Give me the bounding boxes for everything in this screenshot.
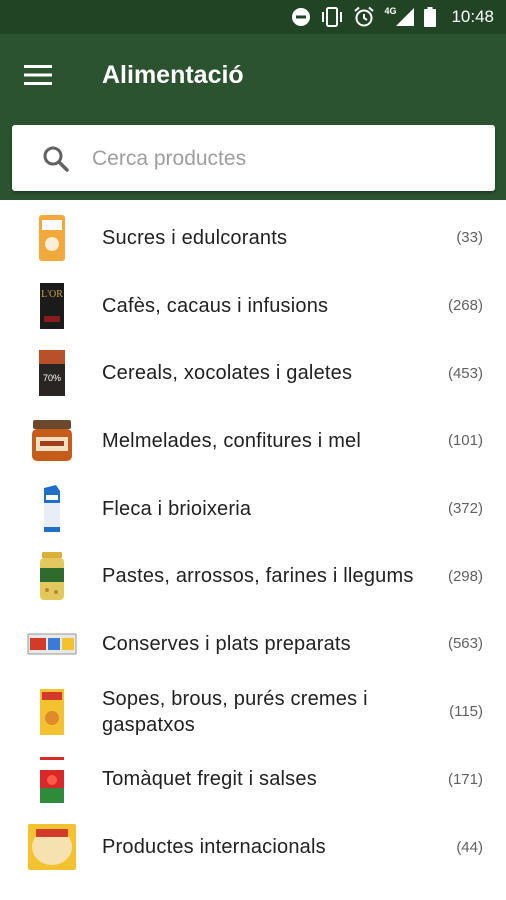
svg-text:70%: 70%	[43, 373, 61, 383]
category-count: (563)	[447, 635, 483, 653]
list-item[interactable]: Conserves i plats preparats (563)	[0, 610, 506, 678]
category-count: (33)	[456, 229, 483, 247]
search-icon	[43, 146, 69, 172]
list-item[interactable]: 70% Cereals, xocolates i galetes (453)	[0, 339, 506, 407]
chocolate-bar-icon: 70%	[39, 350, 65, 397]
hamburger-menu-icon	[24, 65, 52, 85]
category-label: Melmelades, confitures i mel	[102, 429, 362, 452]
soup-box-icon	[40, 688, 64, 735]
legumes-jar-icon	[40, 552, 64, 601]
category-label: Productes internacionals	[102, 836, 326, 859]
status-time: 10:48	[451, 7, 494, 26]
bread-bag-icon	[44, 484, 60, 532]
menu-button[interactable]	[20, 59, 56, 91]
category-count: (101)	[447, 432, 483, 450]
list-item[interactable]: Fleca i brioixeria (372)	[0, 475, 506, 543]
sugar-package-icon	[39, 215, 65, 261]
search-box[interactable]	[12, 125, 495, 191]
list-item[interactable]: Pastes, arrossos, farines i llegums (298…	[0, 542, 506, 610]
list-item[interactable]: L'OR Cafès, cacaus i infusions (268)	[0, 272, 506, 340]
category-label: Sucres i edulcorants	[102, 226, 288, 249]
vibrate-icon	[322, 7, 343, 27]
search-input[interactable]	[90, 137, 474, 181]
jam-jar-icon	[32, 420, 72, 462]
battery-icon	[424, 7, 437, 27]
list-item[interactable]: Tomàquet fregit i salses (171)	[0, 746, 506, 814]
do-not-disturb-icon	[292, 8, 311, 26]
tortilla-pack-icon	[28, 824, 76, 871]
category-label: Cafès, cacaus i infusions	[102, 294, 329, 317]
category-label: Pastes, arrossos, farines i llegums	[102, 565, 414, 588]
app-bar: Alimentació	[0, 34, 506, 200]
category-count: (44)	[456, 838, 483, 856]
canned-food-icon	[27, 633, 77, 655]
coffee-box-icon: L'OR	[40, 282, 64, 329]
category-list: Sucres i edulcorants (33) L'OR Cafès, ca…	[0, 204, 506, 881]
category-label: Tomàquet fregit i salses	[102, 768, 317, 791]
category-label: Sopes, brous, purés cremes i gaspatxos	[102, 687, 368, 736]
category-label: Cereals, xocolates i galetes	[102, 362, 353, 385]
network-type-label: 4G	[384, 6, 397, 16]
list-item[interactable]: Sucres i edulcorants (33)	[0, 204, 506, 272]
svg-text:L'OR: L'OR	[41, 289, 63, 300]
category-count: (171)	[447, 770, 483, 788]
tomato-sauce-icon	[40, 756, 64, 803]
category-count: (115)	[449, 703, 483, 721]
page-title: Alimentació	[102, 61, 244, 89]
status-icons: 4G 10:48	[291, 0, 494, 34]
list-item[interactable]: Productes internacionals (44)	[0, 813, 506, 881]
category-label: Fleca i brioixeria	[102, 497, 252, 520]
category-count: (453)	[447, 364, 483, 382]
signal-icon	[396, 8, 415, 26]
list-item[interactable]: Melmelades, confitures i mel (101)	[0, 407, 506, 475]
category-count: (268)	[447, 297, 483, 315]
category-count: (372)	[447, 500, 483, 518]
category-count: (298)	[447, 567, 483, 585]
list-item[interactable]: Sopes, brous, purés cremes i gaspatxos (…	[0, 678, 506, 746]
category-label: Conserves i plats preparats	[102, 632, 351, 655]
alarm-icon	[354, 6, 375, 27]
status-bar: 4G 10:48	[0, 0, 506, 34]
